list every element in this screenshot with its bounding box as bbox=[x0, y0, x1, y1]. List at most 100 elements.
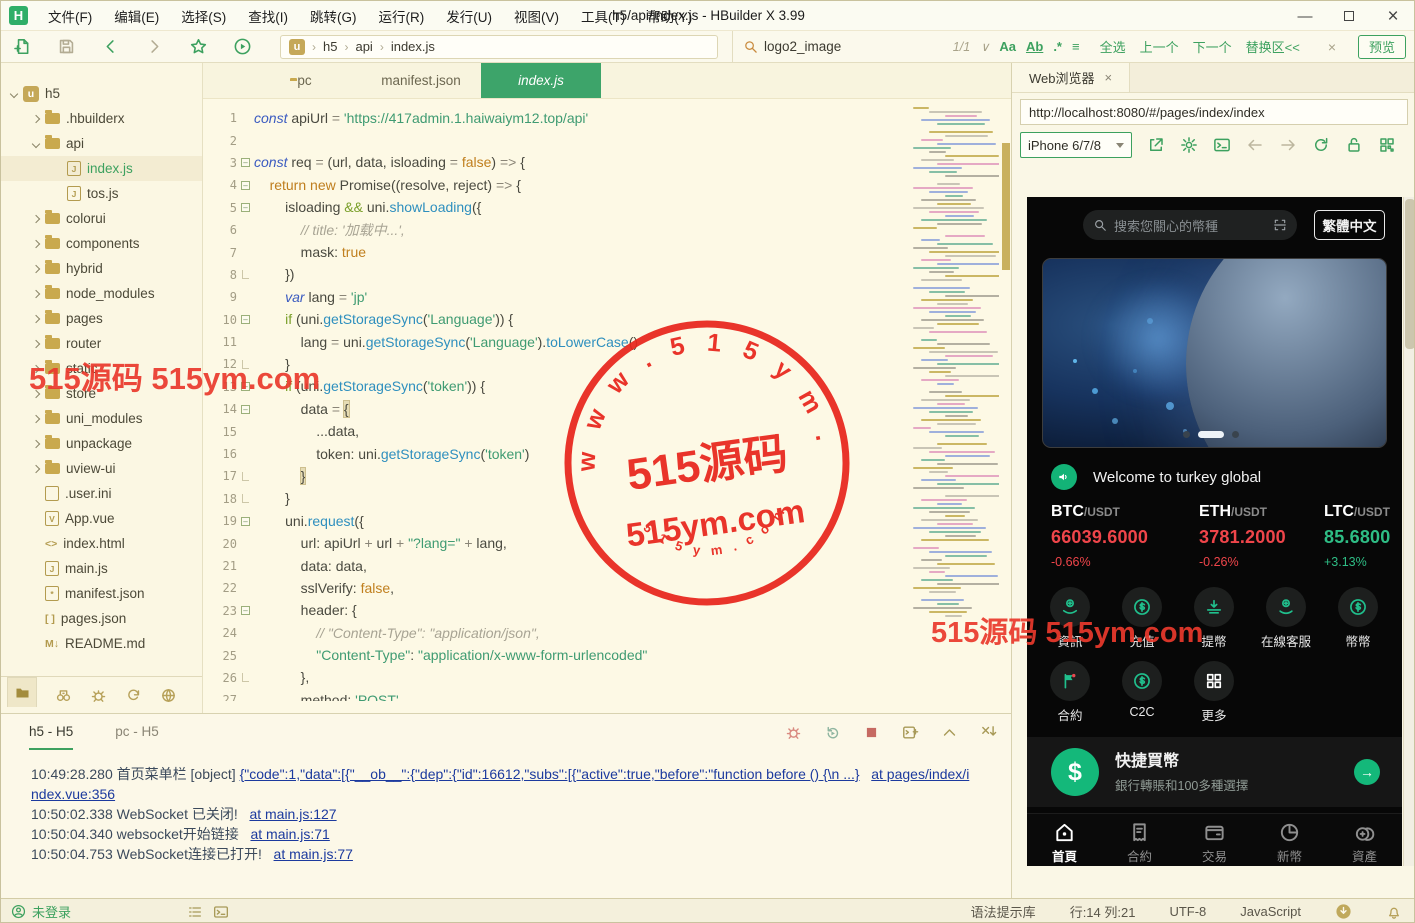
tree-item-store[interactable]: store bbox=[1, 381, 202, 406]
notification-bell-icon[interactable] bbox=[1386, 904, 1402, 920]
qr-code-icon[interactable] bbox=[1378, 136, 1396, 154]
phone-nav-新幣[interactable]: 新幣 bbox=[1252, 814, 1327, 865]
editor-tab-manifest.json[interactable]: manifest.json bbox=[361, 63, 481, 98]
tree-item-uview-ui[interactable]: uview-ui bbox=[1, 456, 202, 481]
new-file-button[interactable] bbox=[13, 37, 32, 56]
fold-marker-icon[interactable]: – bbox=[237, 158, 254, 167]
tree-item-h5[interactable]: uh5 bbox=[1, 81, 202, 106]
tree-item-pages.json[interactable]: [ ]pages.json bbox=[1, 606, 202, 631]
restart-icon[interactable] bbox=[824, 724, 841, 741]
navigate-forward-button[interactable] bbox=[145, 37, 164, 56]
carousel-dot[interactable] bbox=[1183, 431, 1190, 438]
fold-marker-icon[interactable]: – bbox=[237, 517, 254, 526]
encoding[interactable]: UTF-8 bbox=[1169, 904, 1206, 919]
login-status[interactable]: 未登录 bbox=[11, 902, 71, 921]
terminal-icon[interactable] bbox=[1213, 136, 1231, 154]
phone-nav-資產[interactable]: 資產 bbox=[1327, 814, 1402, 865]
menu-item[interactable]: 跳转(G) bbox=[300, 4, 367, 28]
grid-item-合約[interactable] bbox=[1050, 661, 1090, 701]
tree-item-.user.ini[interactable]: .user.ini bbox=[1, 481, 202, 506]
terminal-status-icon[interactable] bbox=[213, 904, 229, 920]
grid-item-C2C[interactable] bbox=[1122, 661, 1162, 701]
tree-item-manifest.json[interactable]: *manifest.json bbox=[1, 581, 202, 606]
debug-view-icon[interactable] bbox=[90, 687, 107, 704]
tree-item-hybrid[interactable]: hybrid bbox=[1, 256, 202, 281]
menu-item[interactable]: 编辑(E) bbox=[104, 4, 169, 28]
fold-marker-icon[interactable]: – bbox=[237, 315, 254, 324]
navigate-back-button[interactable] bbox=[101, 37, 120, 56]
editor-tab-pc[interactable]: pc bbox=[241, 63, 361, 98]
arrow-right-icon[interactable]: → bbox=[1354, 759, 1380, 785]
carousel-dot[interactable] bbox=[1232, 431, 1239, 438]
announcement-row[interactable]: Welcome to turkey global bbox=[1051, 463, 1261, 491]
match-count-caret-icon[interactable]: ∨ bbox=[980, 39, 989, 54]
browser-forward-icon[interactable] bbox=[1279, 136, 1297, 154]
menu-item[interactable]: 视图(V) bbox=[504, 4, 569, 28]
grid-item-更多[interactable] bbox=[1194, 661, 1234, 701]
grid-item-資訊[interactable] bbox=[1050, 587, 1090, 627]
breadcrumb-item[interactable]: h5 bbox=[323, 39, 337, 54]
tree-item-index.html[interactable]: <>index.html bbox=[1, 531, 202, 556]
minimap[interactable] bbox=[911, 107, 999, 693]
new-terminal-icon[interactable] bbox=[902, 724, 919, 741]
update-download-icon[interactable] bbox=[1335, 903, 1352, 920]
breadcrumb-item[interactable]: index.js bbox=[391, 39, 435, 54]
console-tab-pc - H5[interactable]: pc - H5 bbox=[115, 714, 159, 750]
webview-scrollbar[interactable] bbox=[1403, 197, 1415, 866]
find-option-2[interactable]: .* bbox=[1053, 39, 1062, 54]
syntax-hint-lib[interactable]: 语法提示库 bbox=[971, 902, 1036, 921]
menu-item[interactable]: 帮助(Y) bbox=[637, 4, 702, 28]
files-view-tab[interactable] bbox=[7, 677, 37, 707]
webview-scrollbar-thumb[interactable] bbox=[1405, 199, 1415, 349]
browser-tab[interactable]: Web浏览器 × bbox=[1012, 63, 1130, 92]
scan-icon[interactable] bbox=[1273, 218, 1287, 232]
log-source-link[interactable]: at main.js:71 bbox=[250, 826, 329, 842]
preview-button[interactable]: 预览 bbox=[1358, 35, 1406, 59]
find-option-1[interactable]: Ab bbox=[1026, 39, 1043, 54]
log-source-link[interactable]: at main.js:127 bbox=[249, 806, 336, 822]
find-action-0[interactable]: 全选 bbox=[1100, 40, 1126, 55]
outline-icon[interactable] bbox=[187, 904, 203, 920]
run-button[interactable] bbox=[233, 37, 252, 56]
close-panel-icon[interactable] bbox=[980, 724, 997, 741]
tree-item-api[interactable]: api bbox=[1, 131, 202, 156]
url-input[interactable]: http://localhost:8080/#/pages/index/inde… bbox=[1020, 99, 1408, 125]
tree-item-tos.js[interactable]: Jtos.js bbox=[1, 181, 202, 206]
language-mode[interactable]: JavaScript bbox=[1240, 904, 1301, 919]
tree-item-main.js[interactable]: Jmain.js bbox=[1, 556, 202, 581]
fold-marker-icon[interactable]: – bbox=[237, 203, 254, 212]
editor-scrollbar[interactable] bbox=[1002, 143, 1010, 270]
search-input[interactable]: logo2_image bbox=[743, 39, 943, 54]
tree-item-uni_modules[interactable]: uni_modules bbox=[1, 406, 202, 431]
tree-item-router[interactable]: router bbox=[1, 331, 202, 356]
grid-item-幣幣[interactable] bbox=[1338, 587, 1378, 627]
collapse-panel-icon[interactable] bbox=[941, 724, 958, 741]
find-action-1[interactable]: 上一个 bbox=[1140, 40, 1179, 55]
quick-buy-card[interactable]: $ 快捷買幣 銀行轉賬和100多種選擇 → bbox=[1027, 737, 1402, 807]
fold-marker-icon[interactable]: – bbox=[237, 181, 254, 190]
phone-nav-首頁[interactable]: 首頁 bbox=[1027, 814, 1102, 865]
tree-item-static[interactable]: static bbox=[1, 356, 202, 381]
minimize-button[interactable]: — bbox=[1296, 7, 1314, 25]
stop-icon[interactable] bbox=[863, 724, 880, 741]
ticker-BTC[interactable]: BTC/USDT66039.6000-0.66% bbox=[1051, 503, 1148, 569]
grid-item-提幣[interactable] bbox=[1194, 587, 1234, 627]
sync-view-icon[interactable] bbox=[125, 687, 142, 704]
menu-item[interactable]: 工具(T) bbox=[571, 4, 635, 28]
find-action-2[interactable]: 下一个 bbox=[1193, 40, 1232, 55]
bookmark-button[interactable] bbox=[189, 37, 208, 56]
menu-item[interactable]: 发行(U) bbox=[436, 4, 502, 28]
code-area[interactable]: 1const apiUrl = 'https://417admin.1.haiw… bbox=[203, 99, 1011, 701]
fold-marker-icon[interactable]: – bbox=[237, 405, 254, 414]
breadcrumb-item[interactable]: api bbox=[355, 39, 372, 54]
lock-icon[interactable] bbox=[1345, 136, 1363, 154]
menu-item[interactable]: 选择(S) bbox=[171, 4, 236, 28]
banner-carousel[interactable] bbox=[1043, 259, 1386, 447]
menu-item[interactable]: 运行(R) bbox=[369, 4, 435, 28]
refresh-icon[interactable] bbox=[1312, 136, 1330, 154]
log-object-link[interactable]: {"code":1,"data":[{"__ob__":{"dep":{"id"… bbox=[240, 766, 860, 782]
web-view-icon[interactable] bbox=[160, 687, 177, 704]
phone-nav-合約[interactable]: 合約 bbox=[1102, 814, 1177, 865]
coin-search-input[interactable]: 搜索您關心的幣種 bbox=[1083, 210, 1297, 240]
menu-item[interactable]: 查找(I) bbox=[238, 4, 298, 28]
